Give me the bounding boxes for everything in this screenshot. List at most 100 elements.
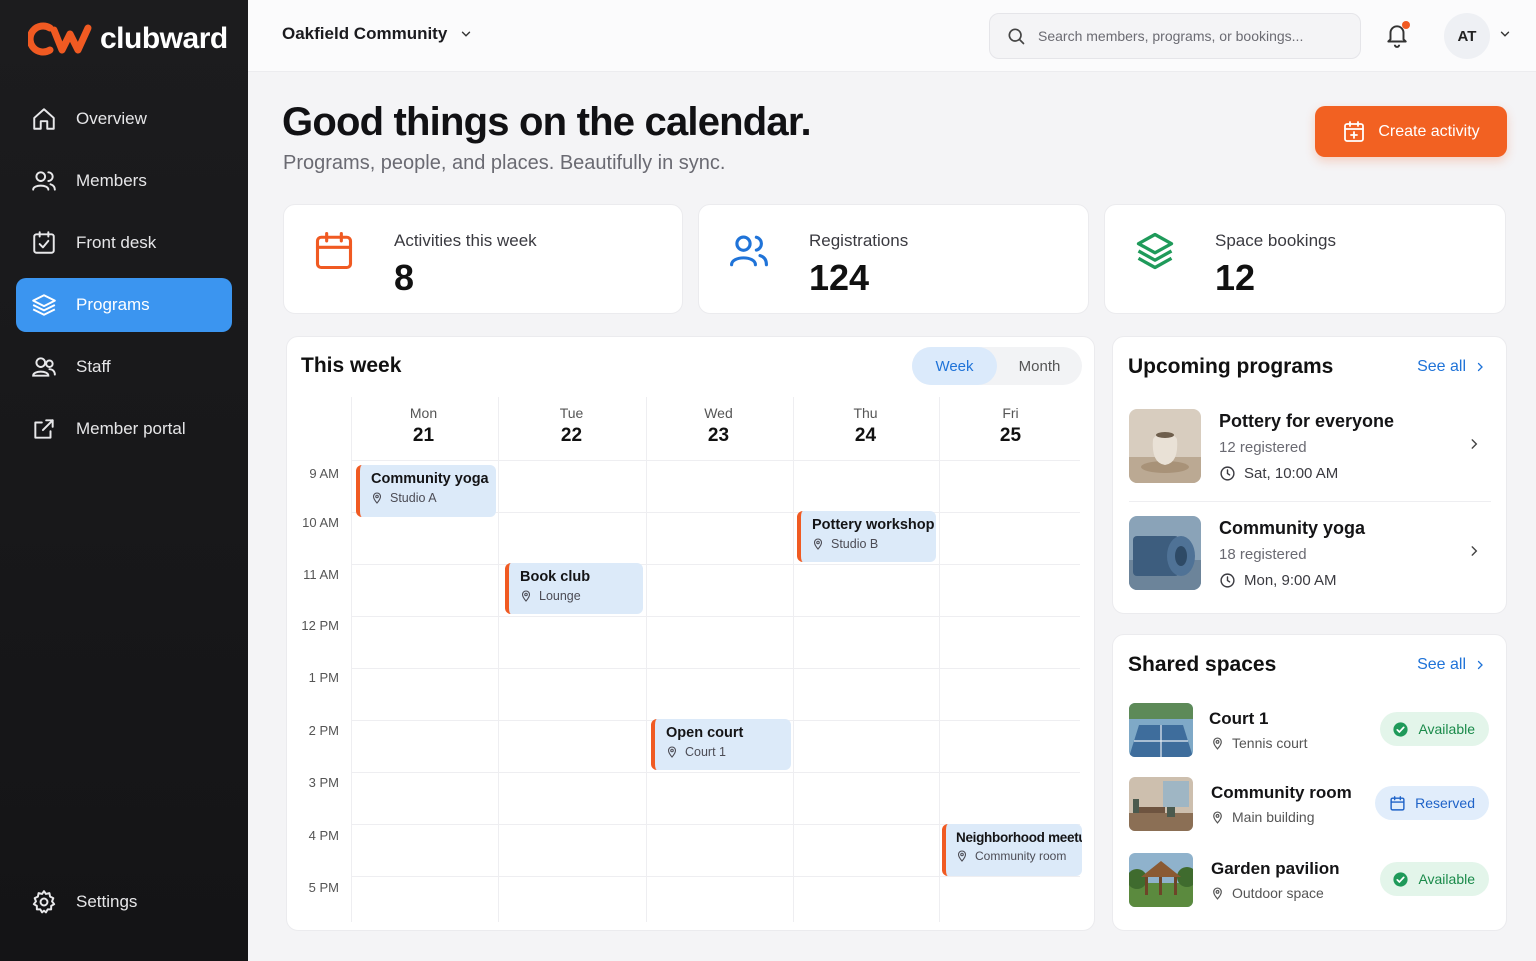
create-activity-button[interactable]: Create activity bbox=[1315, 106, 1507, 157]
stat-value: 8 bbox=[394, 257, 415, 298]
search-input[interactable] bbox=[1038, 28, 1338, 44]
avatar[interactable]: AT bbox=[1444, 13, 1490, 59]
day-name: Wed bbox=[704, 405, 733, 421]
calendar-title: This week bbox=[301, 354, 402, 377]
stat-card-space-bookings: Space bookings 12 bbox=[1104, 204, 1506, 314]
hour-label: 3 PM bbox=[308, 775, 339, 790]
event-neighborhood-meetup[interactable]: Neighborhood meetup Community room bbox=[942, 824, 1082, 876]
brand-logo[interactable]: clubward bbox=[28, 22, 228, 56]
event-title: Community yoga bbox=[371, 471, 489, 487]
calendar-icon bbox=[315, 232, 353, 270]
event-open-court[interactable]: Open court Court 1 bbox=[651, 719, 791, 770]
chevron-right-icon bbox=[1471, 439, 1478, 449]
location-pin-icon bbox=[1213, 886, 1222, 900]
garden-pavilion-image bbox=[1129, 853, 1193, 907]
view-month-button[interactable]: Month bbox=[997, 347, 1082, 385]
day-date: 24 bbox=[854, 425, 877, 446]
panel-title: Upcoming programs bbox=[1128, 355, 1334, 378]
space-item-garden-pavilion[interactable]: Garden pavilion Outdoor space Available bbox=[1129, 853, 1491, 911]
event-location: Lounge bbox=[539, 589, 581, 603]
hour-label: 9 AM bbox=[309, 466, 339, 481]
location-pin-icon bbox=[1213, 736, 1222, 750]
home-icon bbox=[30, 105, 58, 133]
space-name: Court 1 bbox=[1209, 709, 1269, 728]
top-bar: Oakfield Community AT bbox=[248, 0, 1536, 72]
hour-label: 1 PM bbox=[308, 670, 339, 685]
day-header-thu[interactable]: Thu 24 bbox=[792, 405, 939, 447]
view-week-button[interactable]: Week bbox=[912, 347, 997, 385]
day-header-tue[interactable]: Tue 22 bbox=[498, 405, 645, 447]
community-room-image bbox=[1129, 777, 1193, 831]
sidebar-item-label: Front desk bbox=[76, 233, 157, 252]
day-name: Tue bbox=[559, 405, 584, 421]
program-item-pottery[interactable]: Pottery for everyone 12 registered Sat, … bbox=[1129, 409, 1491, 495]
space-name: Community room bbox=[1211, 783, 1352, 802]
sidebar-item-members[interactable]: Members bbox=[16, 154, 232, 208]
sidebar-item-member-portal[interactable]: Member portal bbox=[16, 402, 232, 456]
sidebar-item-programs[interactable]: Programs bbox=[16, 278, 232, 332]
clock-icon bbox=[1220, 573, 1235, 588]
day-header-wed[interactable]: Wed 23 bbox=[645, 405, 792, 447]
users-icon bbox=[30, 167, 58, 195]
sidebar: clubward Overview Members Front desk Pro… bbox=[0, 0, 248, 961]
sidebar-nav: Overview Members Front desk Programs Sta… bbox=[16, 92, 232, 464]
users-icon bbox=[730, 235, 768, 267]
panel-title: Shared spaces bbox=[1128, 653, 1277, 676]
status-label: Reserved bbox=[1415, 795, 1475, 811]
day-name: Thu bbox=[853, 405, 878, 421]
status-label: Available bbox=[1418, 721, 1475, 737]
stat-card-activities: Activities this week 8 bbox=[283, 204, 683, 314]
program-registered: 12 registered bbox=[1219, 439, 1307, 456]
program-registered: 18 registered bbox=[1219, 546, 1307, 563]
space-name: Garden pavilion bbox=[1211, 859, 1340, 878]
event-pottery-workshop[interactable]: Pottery workshop Studio B bbox=[797, 511, 936, 562]
chevron-down-icon[interactable] bbox=[1498, 27, 1512, 41]
program-title: Pottery for everyone bbox=[1219, 411, 1395, 431]
see-all-programs-link[interactable]: See all bbox=[1417, 358, 1486, 376]
status-label: Available bbox=[1418, 871, 1475, 887]
sidebar-item-settings[interactable]: Settings bbox=[16, 875, 232, 929]
grid-line bbox=[351, 397, 352, 922]
event-title: Neighborhood meetup bbox=[956, 830, 1082, 845]
notification-dot bbox=[1402, 21, 1410, 29]
space-item-court-1[interactable]: Court 1 Tennis court Available bbox=[1129, 703, 1491, 761]
see-all-label: See all bbox=[1417, 358, 1466, 375]
sidebar-item-front-desk[interactable]: Front desk bbox=[16, 216, 232, 270]
sidebar-item-label: Member portal bbox=[76, 419, 186, 438]
program-item-community-yoga[interactable]: Community yoga 18 registered Mon, 9:00 A… bbox=[1129, 516, 1491, 602]
stat-label: Registrations bbox=[809, 231, 909, 250]
event-title: Open court bbox=[666, 725, 744, 741]
event-location: Court 1 bbox=[685, 745, 726, 759]
hour-label: 2 PM bbox=[308, 723, 339, 738]
sidebar-item-overview[interactable]: Overview bbox=[16, 92, 232, 146]
layers-icon bbox=[1136, 232, 1174, 270]
grid-line bbox=[351, 876, 1080, 877]
chevron-right-icon bbox=[1471, 546, 1478, 556]
event-community-yoga[interactable]: Community yoga Studio A bbox=[356, 465, 496, 517]
layers-icon bbox=[30, 291, 58, 319]
sidebar-item-label: Members bbox=[76, 171, 147, 190]
day-header-fri[interactable]: Fri 25 bbox=[937, 405, 1084, 447]
location-pin-icon bbox=[813, 538, 823, 550]
notifications-button[interactable] bbox=[1384, 21, 1412, 51]
space-item-community-room[interactable]: Community room Main building Reserved bbox=[1129, 777, 1491, 835]
event-title: Pottery workshop bbox=[812, 517, 935, 533]
calendar-icon bbox=[1390, 795, 1405, 811]
event-location: Studio B bbox=[831, 537, 879, 551]
shared-spaces-panel: Shared spaces See all Court 1 Tennis cou… bbox=[1112, 634, 1507, 931]
create-activity-label: Create activity bbox=[1378, 122, 1480, 140]
brand-name: clubward bbox=[100, 22, 228, 55]
program-time: Mon, 9:00 AM bbox=[1244, 572, 1337, 589]
pottery-image bbox=[1129, 409, 1201, 483]
event-book-club[interactable]: Book club Lounge bbox=[505, 563, 643, 614]
program-title: Community yoga bbox=[1219, 518, 1366, 538]
org-switcher[interactable]: Oakfield Community bbox=[282, 24, 473, 44]
see-all-spaces-link[interactable]: See all bbox=[1417, 656, 1486, 674]
stat-label: Space bookings bbox=[1215, 231, 1336, 250]
stat-value: 124 bbox=[809, 257, 870, 298]
day-header-mon[interactable]: Mon 21 bbox=[350, 405, 497, 447]
sidebar-item-staff[interactable]: Staff bbox=[16, 340, 232, 394]
page-title: Good things on the calendar. bbox=[282, 100, 812, 144]
hour-label: 12 PM bbox=[301, 618, 339, 633]
hour-label: 4 PM bbox=[308, 828, 339, 843]
